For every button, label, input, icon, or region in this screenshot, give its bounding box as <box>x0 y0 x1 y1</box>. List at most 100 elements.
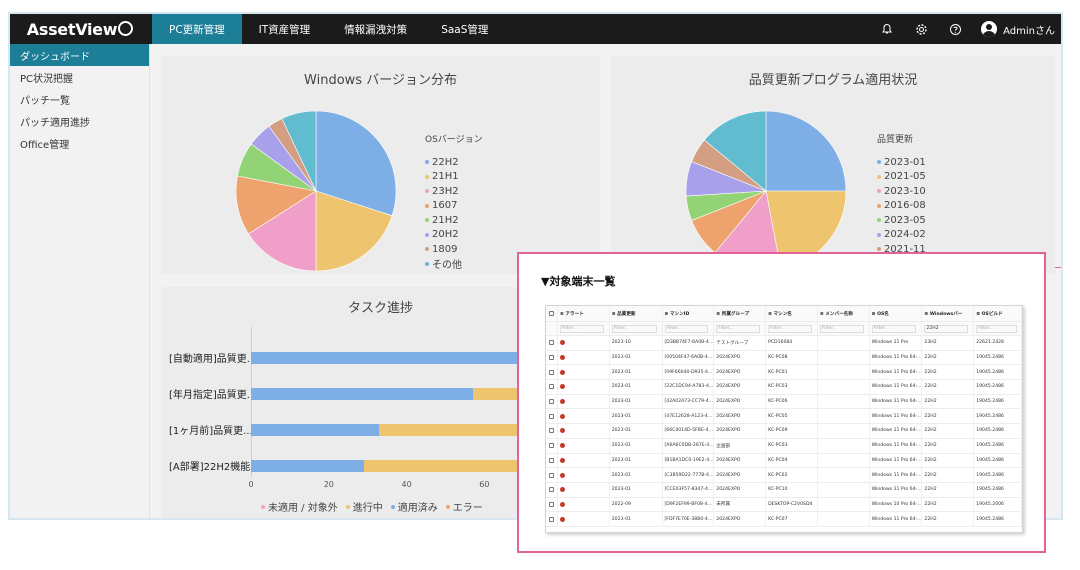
column-filter-input[interactable]: 22H2 <box>924 324 969 333</box>
table-row[interactable]: 2023-01 [B1BA1DC0-19E2-4… 2024EXPO KC-PC04 W… <box>546 453 1022 469</box>
legend-item[interactable]: 2021-05 <box>877 170 926 185</box>
legend-dot <box>425 261 429 266</box>
bar-category-label: [A部署]22H2機能... <box>169 462 260 473</box>
column-header[interactable]: ≡ OSビルド <box>974 306 1022 321</box>
row-checkbox[interactable] <box>548 369 554 375</box>
column-filter-input[interactable]: Filter... <box>559 324 604 333</box>
column-filter-input[interactable]: Filter... <box>716 324 761 333</box>
bar-segment-0[interactable] <box>251 388 473 400</box>
table-row[interactable]: 2022-09 [D9F2EF99-BF08-4… 未所属 DESKTOP-C2V0S… <box>546 497 1022 513</box>
connector-line <box>1055 267 1061 268</box>
filter-text: Filter... <box>613 326 630 331</box>
column-filter-input[interactable]: Filter... <box>664 324 709 333</box>
legend-item[interactable]: 未適用 / 対象外 <box>261 499 338 514</box>
row-checkbox[interactable] <box>548 501 554 507</box>
row-checkbox[interactable] <box>548 428 554 434</box>
legend-dot <box>877 160 881 165</box>
column-header[interactable]: ≡ マシン名 <box>766 306 818 321</box>
row-checkbox[interactable] <box>548 457 554 463</box>
legend-item[interactable]: 2023-10 <box>877 184 926 199</box>
row-checkbox[interactable] <box>548 355 554 361</box>
legend-item[interactable]: 2023-05 <box>877 213 926 228</box>
legend-item[interactable]: 1607 <box>425 199 483 214</box>
legend-item[interactable]: 2016-08 <box>877 199 926 214</box>
column-header[interactable]: ≡ OS名 <box>870 306 923 321</box>
row-checkbox[interactable] <box>548 487 554 493</box>
legend-dot <box>425 203 429 208</box>
tab-saas[interactable]: SaaS管理 <box>424 14 505 44</box>
alert-icon <box>559 443 565 449</box>
x-axis-tick-label: 60 <box>479 480 490 489</box>
table-row[interactable]: 2023-01 [66C4014D-5FBE-4… 2024EXPO KC-PC09 W… <box>546 424 1022 439</box>
select-all-checkbox[interactable] <box>548 311 554 316</box>
legend-item[interactable]: 進行中 <box>345 499 383 514</box>
row-checkbox[interactable] <box>548 413 554 419</box>
table-cell <box>818 380 870 394</box>
column-filter-input[interactable]: Filter... <box>819 324 864 333</box>
tab-leak-prevention[interactable]: 情報漏洩対策 <box>327 14 424 44</box>
column-header-label: ≡ 所属グループ <box>716 311 750 317</box>
sidebar-item-pc-status[interactable]: PC状況把握 <box>10 66 149 88</box>
column-filter-input[interactable]: Filter... <box>976 324 1017 333</box>
table-row[interactable]: 2023-01 [22C1DC94-A783-4… 2024EXPO KC-PC03 W… <box>546 380 1022 395</box>
table-cell <box>818 336 870 350</box>
sidebar-item-office[interactable]: Office管理 <box>10 132 149 154</box>
legend-item[interactable]: 23H2 <box>425 184 483 199</box>
legend-item[interactable]: 22H2 <box>425 155 483 170</box>
table-cell: [D9F2EF99-BF08-4… <box>663 497 715 512</box>
row-checkbox[interactable] <box>548 340 554 346</box>
column-filter-input[interactable]: Filter... <box>871 324 917 333</box>
legend-item[interactable]: 2023-01 <box>877 155 926 170</box>
table-row[interactable]: 2023-01 [47E12628-A123-4… 2024EXPO KC-PC05 W… <box>546 409 1022 425</box>
bar-segment-0[interactable] <box>251 424 380 436</box>
bar-segment-0[interactable] <box>251 352 539 364</box>
sidebar-item-dashboard[interactable]: ダッシュボード <box>10 44 149 66</box>
table-cell: 22H2 <box>922 424 975 438</box>
table-row[interactable]: 2023-01 [09F66040-D935-4… 2024EXPO KC-PC01 W… <box>546 365 1022 381</box>
legend-item[interactable]: 2024-02 <box>877 228 926 243</box>
gear-icon[interactable] <box>913 21 929 37</box>
legend-item[interactable]: 21H1 <box>425 170 483 185</box>
table-row[interactable]: 2023-01 [CCE03F57-8347-4… 2024EXPO KC-PC10 W… <box>546 482 1022 498</box>
table-cell: 19045.2486 <box>974 512 1022 526</box>
sidebar-item-patch-list[interactable]: パッチ一覧 <box>10 88 149 110</box>
legend-item[interactable]: 1809 <box>425 242 483 257</box>
legend-label: 1809 <box>432 243 458 255</box>
column-filter-input[interactable]: Filter... <box>611 324 657 333</box>
column-filter-input[interactable]: Filter... <box>768 324 812 333</box>
sidebar-item-patch-progress[interactable]: パッチ適用進捗 <box>10 110 149 132</box>
table-row[interactable]: 2023-01 [42A02A73-CC79-4… 2024EXPO KC-PC06 W… <box>546 394 1022 410</box>
logo[interactable]: AssetView <box>10 14 150 44</box>
row-checkbox[interactable] <box>548 472 554 478</box>
legend-item[interactable]: 適用済み <box>390 499 438 514</box>
column-header[interactable]: ≡ アラート <box>558 306 610 321</box>
column-header[interactable]: ≡ メンバー名称 <box>818 306 870 321</box>
legend-item[interactable]: 21H2 <box>425 213 483 228</box>
table-row[interactable]: 2023-01 [FDF7E70E-38B0-4… 2024EXPO KC-PC07 W… <box>546 512 1022 527</box>
tab-it-asset[interactable]: IT資産管理 <box>242 14 328 44</box>
table-header-row: ≡ アラート ≡ 品質更新 ≡ マシンID ≡ 所属グループ ≡ マシン名 ≡ メンバー名… <box>546 306 1022 322</box>
help-icon[interactable] <box>947 21 963 37</box>
user-menu[interactable]: Adminさん <box>981 21 1055 37</box>
row-checkbox[interactable] <box>548 399 554 405</box>
column-header[interactable]: ≡ Windowsバー <box>922 306 975 321</box>
table-row[interactable]: 2023-10 [D3BB74F7-6A0B-4… テストグループ PCD16084 W… <box>546 336 1022 351</box>
legend-item[interactable]: エラー <box>445 499 483 514</box>
row-checkbox[interactable] <box>548 516 554 522</box>
row-checkbox[interactable] <box>548 384 554 390</box>
bar-segment-0[interactable] <box>251 460 364 472</box>
legend-item[interactable]: その他 <box>425 257 483 271</box>
column-header[interactable]: ≡ マシンID <box>663 306 715 321</box>
column-header[interactable]: ≡ 品質更新 <box>610 306 663 321</box>
bell-icon[interactable] <box>879 21 895 37</box>
legend-label: 2024-02 <box>884 229 926 241</box>
column-header[interactable]: ≡ 所属グループ <box>714 306 767 321</box>
legend-item[interactable]: 20H2 <box>425 228 483 243</box>
table-row[interactable]: 2023-01 [A6A6C0DB-267E-4… 企画部 KC-PC03 Window… <box>546 438 1022 454</box>
tab-pc-update[interactable]: PC更新管理 <box>152 14 242 44</box>
pie-slice-0[interactable] <box>765 110 847 192</box>
table-row[interactable]: 2023-01 [C3B59D22-777B-4… 2024EXPO KC-PC02 W… <box>546 468 1022 483</box>
legend-label: 未適用 / 対象外 <box>268 503 338 514</box>
row-checkbox[interactable] <box>548 443 554 449</box>
table-row[interactable]: 2023-01 [00504F47-6A0B-4… 2024EXPO KC-PC08 W… <box>546 350 1022 366</box>
